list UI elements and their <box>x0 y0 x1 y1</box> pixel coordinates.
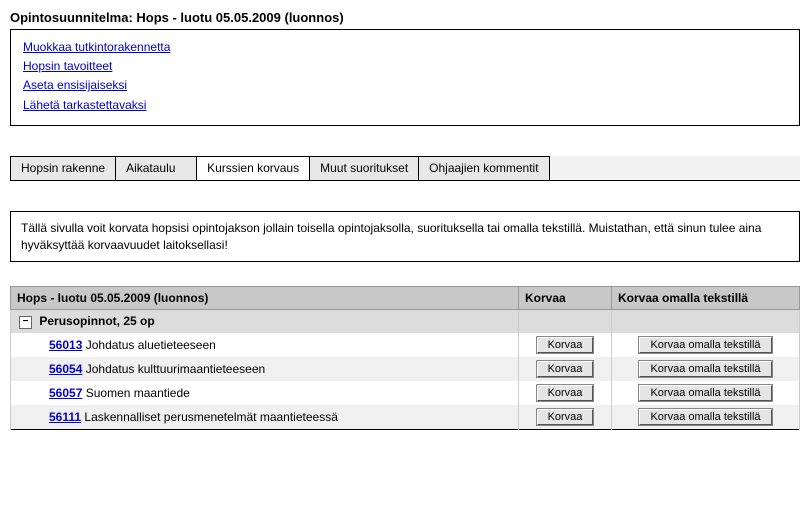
course-code-link[interactable]: 56111 <box>49 410 81 424</box>
table-header-row: Hops - luotu 05.05.2009 (luonnos) Korvaa… <box>11 287 800 310</box>
info-box: Tällä sivulla voit korvata hopsisi opint… <box>10 211 800 263</box>
page-title: Opintosuunnitelma: Hops - luotu 05.05.20… <box>10 10 800 25</box>
tab-hops-structure[interactable]: Hopsin rakenne <box>11 156 116 180</box>
tab-supervisor-comments[interactable]: Ohjaajien kommentit <box>419 156 549 180</box>
courses-table: Hops - luotu 05.05.2009 (luonnos) Korvaa… <box>10 286 800 429</box>
table-row: 56054 Johdatus kulttuurimaantieteeseen K… <box>11 357 800 381</box>
course-name: Johdatus aluetieteeseen <box>86 338 216 352</box>
collapse-icon[interactable]: − <box>19 316 32 329</box>
replace-text-button[interactable]: Korvaa omalla tekstillä <box>639 409 771 425</box>
replace-text-button[interactable]: Korvaa omalla tekstillä <box>639 361 771 377</box>
course-code-link[interactable]: 56057 <box>49 386 82 400</box>
table-row: 56013 Johdatus aluetieteeseen Korvaa Kor… <box>11 333 800 357</box>
link-hops-goals[interactable]: Hopsin tavoitteet <box>23 57 787 76</box>
course-code-link[interactable]: 56013 <box>49 338 82 352</box>
tabs-row: Hopsin rakenne Aikataulu Kurssien korvau… <box>10 156 800 181</box>
course-code-link[interactable]: 56054 <box>49 362 82 376</box>
replace-text-button[interactable]: Korvaa omalla tekstillä <box>639 337 771 353</box>
link-edit-structure[interactable]: Muokkaa tutkintorakennetta <box>23 38 787 57</box>
action-links-box: Muokkaa tutkintorakennetta Hopsin tavoit… <box>10 29 800 126</box>
course-name: Laskennalliset perusmenetelmät maantiete… <box>84 410 337 424</box>
course-name: Suomen maantiede <box>86 386 190 400</box>
col-header-plan: Hops - luotu 05.05.2009 (luonnos) <box>11 287 519 310</box>
table-row: 56057 Suomen maantiede Korvaa Korvaa oma… <box>11 381 800 405</box>
replace-button[interactable]: Korvaa <box>537 361 594 377</box>
link-set-primary[interactable]: Aseta ensisijaiseksi <box>23 76 787 95</box>
section-label: Perusopinnot, 25 op <box>39 314 154 328</box>
col-header-replace-text: Korvaa omalla tekstillä <box>612 287 800 310</box>
replace-button[interactable]: Korvaa <box>537 337 594 353</box>
tabs-spacer <box>550 156 800 180</box>
replace-button[interactable]: Korvaa <box>537 385 594 401</box>
tab-course-replacement[interactable]: Kurssien korvaus <box>197 156 310 180</box>
table-row: 56111 Laskennalliset perusmenetelmät maa… <box>11 405 800 430</box>
section-row: − Perusopinnot, 25 op <box>11 310 800 333</box>
replace-text-button[interactable]: Korvaa omalla tekstillä <box>639 385 771 401</box>
tab-other-completions[interactable]: Muut suoritukset <box>310 156 419 180</box>
replace-button[interactable]: Korvaa <box>537 409 594 425</box>
link-send-review[interactable]: Lähetä tarkastettavaksi <box>23 96 787 115</box>
tab-schedule[interactable]: Aikataulu <box>116 156 197 180</box>
course-name: Johdatus kulttuurimaantieteeseen <box>86 362 265 376</box>
col-header-replace: Korvaa <box>519 287 612 310</box>
